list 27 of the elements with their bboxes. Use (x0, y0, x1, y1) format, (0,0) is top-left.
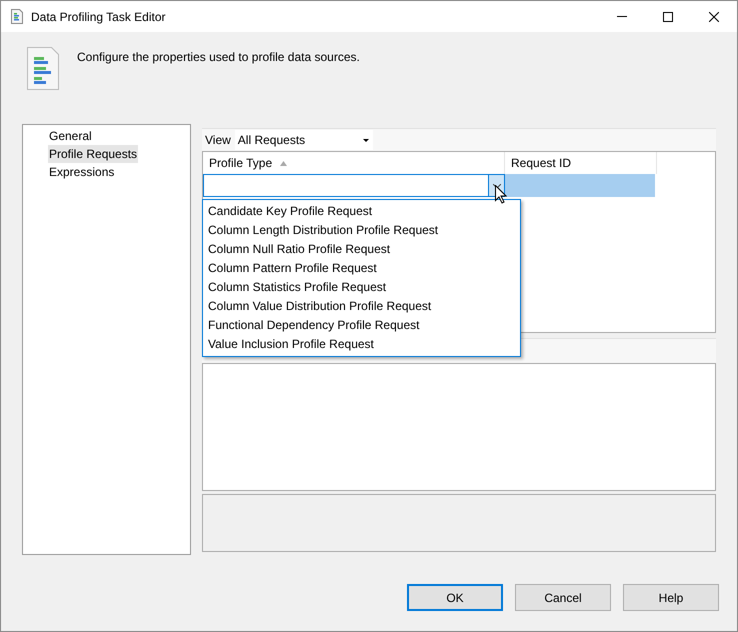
profile-type-option[interactable]: Candidate Key Profile Request (203, 202, 520, 221)
dialog-button[interactable]: OK (407, 584, 503, 611)
profile-type-combo[interactable] (203, 174, 505, 197)
profile-type-option[interactable]: Column Length Distribution Profile Request (203, 221, 520, 240)
nav-item[interactable]: General (48, 127, 93, 145)
window-title: Data Profiling Task Editor (31, 8, 166, 26)
dialog-button[interactable]: Cancel (515, 584, 611, 611)
view-dropdown[interactable]: All Requests (234, 130, 373, 150)
document-icon (11, 9, 23, 24)
nav-item[interactable]: Expressions (48, 163, 116, 181)
maximize-icon (663, 12, 673, 22)
caret-icon (362, 138, 369, 142)
chevron-down-icon (492, 184, 500, 188)
sort-arrow-icon (280, 160, 288, 166)
header-description: Configure the properties used to profile data sources. (77, 49, 360, 66)
dialog-button[interactable]: Help (623, 584, 719, 611)
profile-type-option[interactable]: Column Null Ratio Profile Request (203, 240, 520, 259)
view-label: View (205, 132, 231, 149)
profile-type-option[interactable]: Column Value Distribution Profile Request (203, 297, 520, 316)
close-icon (709, 12, 719, 22)
profile-type-option[interactable]: Value Inclusion Profile Request (203, 335, 520, 354)
profile-type-option[interactable]: Functional Dependency Profile Request (203, 316, 520, 335)
report-icon (27, 47, 59, 90)
minimize-icon (617, 16, 627, 17)
nav-item[interactable]: Profile Requests (48, 145, 138, 163)
profile-type-option[interactable]: Column Pattern Profile Request (203, 259, 520, 278)
profile-type-option[interactable]: Column Statistics Profile Request (203, 278, 520, 297)
